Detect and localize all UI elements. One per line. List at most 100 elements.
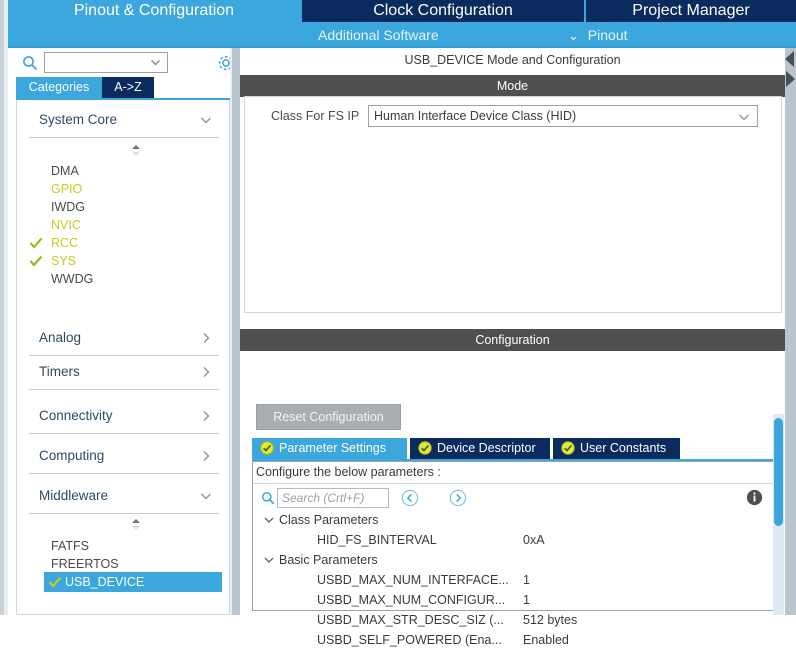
check-icon — [48, 575, 62, 589]
sidebar-search-row — [8, 48, 234, 78]
sidebar-tab-a-to-z[interactable]: A->Z — [102, 77, 154, 98]
expand-left-arrow-icon[interactable] — [784, 70, 796, 88]
parameter-search-input[interactable]: Search (Crtl+F) — [277, 488, 389, 508]
info-icon[interactable] — [746, 489, 763, 506]
chevron-down-icon — [199, 489, 213, 503]
chevron-down-icon[interactable] — [150, 57, 161, 68]
parameter-value: 0xA — [523, 533, 545, 547]
sidebar-search-input[interactable] — [44, 52, 168, 73]
mode-band: Mode — [240, 75, 785, 97]
parameter-settings-pane: Configure the below parameters : Search … — [252, 461, 782, 647]
sidebar-item-label: WWDG — [51, 272, 94, 286]
table-row[interactable]: USBD_SELF_POWERED (Ena... Enabled — [253, 630, 781, 650]
parameter-value: 1 — [523, 573, 530, 587]
divider — [253, 483, 781, 484]
chevron-down-icon[interactable] — [263, 514, 275, 526]
panel-splitter[interactable] — [230, 48, 240, 615]
sidebar-group-system-core[interactable]: System Core — [29, 104, 219, 138]
search-icon — [22, 55, 38, 71]
class-for-fs-ip-value: Human Interface Device Class (HID) — [374, 109, 577, 123]
chevron-right-icon — [199, 331, 213, 345]
parameter-group-row[interactable]: Basic Parameters — [253, 550, 781, 570]
sidebar-group-label: Timers — [39, 364, 80, 379]
tab-pinout-and-configuration[interactable]: Pinout & Configuration — [8, 0, 300, 22]
sidebar-item-rcc[interactable]: RCC — [17, 234, 229, 252]
parameter-value: Enabled — [523, 633, 569, 647]
chevron-down-icon: ⌄ — [568, 28, 579, 43]
sidebar-group-timers[interactable]: Timers — [29, 356, 219, 390]
parameter-name: HID_FS_BINTERVAL — [317, 533, 437, 547]
check-circle-icon — [418, 441, 432, 455]
subtab-pinout[interactable]: ⌄ Pinout — [568, 24, 628, 46]
sidebar-group-label: Computing — [39, 448, 105, 463]
category-sidebar: Categories A->Z System Core DMA GPIO IWD… — [8, 48, 234, 615]
list-scroll-spinner[interactable] — [129, 144, 143, 157]
sidebar-item-fatfs[interactable]: FATFS — [17, 537, 229, 555]
sidebar-group-analog[interactable]: Analog — [29, 322, 219, 356]
sidebar-group-label: Connectivity — [39, 408, 113, 423]
sidebar-item-wwdg[interactable]: WWDG — [17, 270, 229, 288]
table-row[interactable]: HID_FS_BINTERVAL 0xA — [253, 530, 781, 550]
nav-next-icon[interactable] — [449, 489, 467, 507]
table-row[interactable]: USBD_MAX_NUM_CONFIGUR... 1 — [253, 590, 781, 610]
chevron-down-icon[interactable] — [738, 111, 750, 123]
subtab-additional-software[interactable]: Additional Software — [318, 24, 439, 46]
sidebar-group-label: System Core — [39, 112, 118, 127]
tab-label: User Constants — [580, 441, 667, 455]
parameter-name: USBD_MAX_NUM_CONFIGUR... — [317, 593, 506, 607]
search-icon — [261, 491, 275, 505]
subtab-additional-software-label: Additional Software — [318, 27, 439, 43]
tab-label: Parameter Settings — [279, 441, 386, 455]
check-icon — [29, 236, 43, 250]
tab-clock-configuration[interactable]: Clock Configuration — [302, 0, 584, 22]
sidebar-item-sys[interactable]: SYS — [17, 252, 229, 270]
chevron-right-icon — [199, 365, 213, 379]
chevron-down-icon — [199, 113, 213, 127]
configuration-scrollbar-thumb[interactable] — [774, 418, 783, 526]
category-tree: System Core DMA GPIO IWDG NVIC RCC SYS W… — [16, 100, 230, 615]
stm32cubemx-window: Pinout & Configuration Clock Configurati… — [0, 0, 796, 647]
panel-right-edge — [785, 48, 796, 615]
parameter-group-label: Basic Parameters — [279, 553, 378, 567]
divider — [29, 473, 219, 474]
sidebar-item-gpio[interactable]: GPIO — [17, 180, 229, 198]
list-scroll-spinner[interactable] — [129, 518, 143, 531]
sidebar-group-connectivity[interactable]: Connectivity — [29, 400, 219, 434]
table-row[interactable]: USBD_MAX_STR_DESC_SIZ (... 512 bytes — [253, 610, 781, 630]
sidebar-group-middleware[interactable]: Middleware — [29, 480, 219, 514]
parameter-search-placeholder: Search (Crtl+F) — [282, 491, 365, 505]
class-for-fs-ip-select[interactable]: Human Interface Device Class (HID) — [368, 105, 758, 127]
tab-parameter-settings[interactable]: Parameter Settings — [252, 438, 407, 459]
chevron-right-icon — [199, 409, 213, 423]
tab-user-constants[interactable]: User Constants — [553, 438, 680, 459]
configuration-panel: USB_DEVICE Mode and Configuration Mode C… — [240, 48, 785, 647]
parameter-name: USBD_MAX_NUM_INTERFACE... — [317, 573, 509, 587]
chevron-down-icon[interactable] — [263, 554, 275, 566]
sidebar-group-computing[interactable]: Computing — [29, 440, 219, 474]
parameter-value: 1 — [523, 593, 530, 607]
chevron-right-icon — [199, 449, 213, 463]
tab-device-descriptor[interactable]: Device Descriptor — [410, 438, 550, 459]
parameter-group-row[interactable]: Class Parameters — [253, 510, 781, 530]
parameters-hint: Configure the below parameters : — [256, 465, 441, 479]
sidebar-tab-categories[interactable]: Categories — [16, 77, 102, 98]
tab-label: Device Descriptor — [437, 441, 536, 455]
sidebar-item-label: USB_DEVICE — [65, 575, 145, 589]
panel-title: USB_DEVICE Mode and Configuration — [240, 48, 785, 72]
tab-project-manager[interactable]: Project Manager — [586, 0, 796, 22]
sidebar-item-freertos[interactable]: FREERTOS — [17, 555, 229, 573]
sidebar-item-dma[interactable]: DMA — [17, 162, 229, 180]
mode-body: Class For FS IP Human Interface Device C… — [244, 96, 782, 313]
top-tabbar: Pinout & Configuration Clock Configurati… — [8, 0, 796, 48]
parameter-group-label: Class Parameters — [279, 513, 379, 527]
parameter-name: USBD_MAX_STR_DESC_SIZ (... — [317, 613, 504, 627]
reset-configuration-button[interactable]: Reset Configuration — [256, 404, 401, 430]
table-row[interactable]: USBD_MAX_NUM_INTERFACE... 1 — [253, 570, 781, 590]
sidebar-item-label: RCC — [51, 236, 79, 250]
sidebar-item-label: FREERTOS — [51, 557, 119, 571]
sidebar-item-iwdg[interactable]: IWDG — [17, 198, 229, 216]
sidebar-item-usb-device[interactable]: USB_DEVICE — [44, 572, 222, 592]
sidebar-item-nvic[interactable]: NVIC — [17, 216, 229, 234]
nav-prev-icon[interactable] — [401, 489, 419, 507]
collapse-left-arrow-icon[interactable] — [784, 50, 796, 68]
